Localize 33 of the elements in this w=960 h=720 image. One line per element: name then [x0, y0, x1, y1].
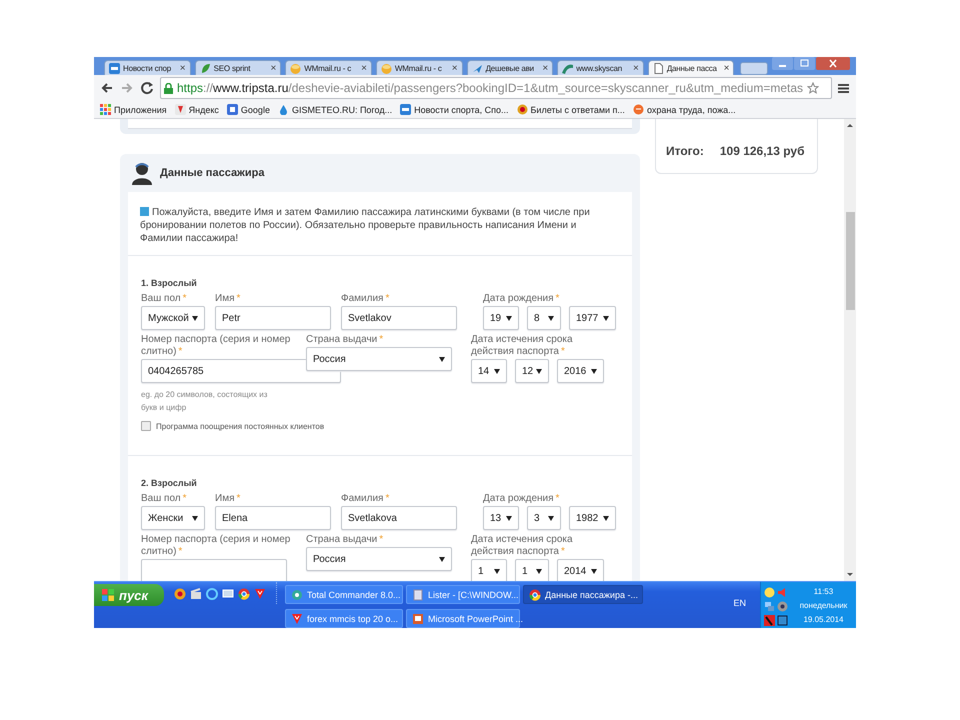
field-label: Номер паспорта (серия и номер слитно) * — [141, 334, 292, 358]
field-label: Страна выдачи * — [306, 534, 384, 546]
tab-title: WMmail.ru - c — [304, 64, 352, 72]
total-label: Итого: — [666, 144, 704, 160]
total-value: 109 126,13 руб — [720, 144, 804, 160]
field-label: Ваш пол * — [141, 493, 188, 505]
tab-title: Дешевые ави — [486, 64, 535, 72]
checkbox-label: Программа поощрения постоянных клиентов — [156, 422, 324, 430]
field-label: Дата истечения срока действия паспорта * — [471, 334, 574, 358]
tab-title: Данные пасса — [666, 64, 718, 72]
field-label: Дата рождения * — [483, 493, 560, 505]
passenger-heading: 2. Взрослый — [141, 478, 198, 488]
url-text: https://www.tripsta.ru/deshevie-aviabileti/passengers?bookingID=1&utm_source=skyscanner_ru&utm_medium=metas — [177, 81, 804, 95]
field-label: Фамилия * — [341, 293, 390, 305]
clock-date: 19.05.2014 — [803, 614, 844, 626]
tab-title: WMmail.ru - c — [394, 64, 443, 72]
tab-title: www.skyscan — [576, 64, 624, 72]
field-label: Дата истечения срока действия паспорта * — [471, 534, 574, 558]
panel-title: Данные пассажира — [160, 167, 264, 179]
field-label: Имя * — [215, 293, 242, 305]
clock-day: понедельник — [800, 599, 848, 613]
field-label: Фамилия * — [341, 493, 390, 505]
field-label: Номер паспорта (серия и номер слитно) * — [141, 534, 292, 558]
field-label: Страна выдачи * — [306, 334, 384, 346]
hint-text: eg. до 20 символов, состоящих из букв и цифр — [141, 389, 268, 414]
field-label: Дата рождения * — [483, 293, 560, 305]
tab-title: Новости спор — [123, 64, 172, 72]
notice-text: Пожалуйста, введите Имя и затем Фамилию пассажира латинскими буквами (в том числе при бронировании полетов по России). Обязательно проверьте правильность написания Имени и Фамилии пассажира! — [140, 206, 591, 245]
clock-time: 11:53 — [814, 586, 834, 598]
tab-title: SEO sprint — [214, 64, 252, 72]
field-label: Имя * — [215, 493, 242, 505]
passenger-heading: 1. Взрослый — [141, 278, 198, 288]
field-label: Ваш пол * — [141, 293, 188, 305]
